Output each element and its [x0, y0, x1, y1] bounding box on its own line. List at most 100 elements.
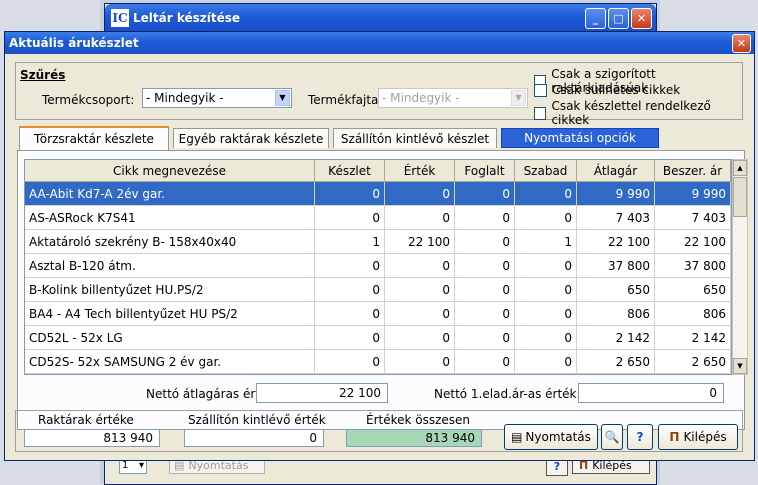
table-cell: B-Kolink billentyűzet HU.PS/2 — [25, 278, 315, 301]
table-cell: 0 — [515, 302, 577, 325]
table-cell: 7 403 — [577, 206, 655, 229]
tab-print-options[interactable]: Nyomtatási opciók — [501, 128, 659, 148]
shipping-value: 0 — [184, 429, 324, 447]
product-type-label: Termékfajta: — [308, 93, 383, 107]
chevron-down-icon: ▾ — [138, 459, 144, 471]
back-close-button[interactable]: ✕ — [631, 8, 652, 29]
column-header[interactable]: Szabad — [515, 160, 577, 181]
total-value: 813 940 — [346, 429, 482, 447]
table-cell: Asztal B-120 átm. — [25, 254, 315, 277]
checkbox-in-stock[interactable]: Csak készlettel rendelkező cikkek — [534, 99, 742, 127]
table-cell: 806 — [577, 302, 655, 325]
table-cell: 0 — [385, 278, 455, 301]
table-cell: 22 100 — [655, 230, 731, 253]
back-window-titlebar: IC Leltár készítése _ □ ✕ — [105, 4, 656, 31]
product-group-value: - Mindegyik - — [146, 91, 224, 105]
checkbox-icon[interactable] — [534, 106, 547, 120]
table-row[interactable]: Aktatároló szekrény B- 158x40x40 1 22 100 0… — [25, 230, 731, 254]
table-row[interactable]: B-Kolink billentyűzet HU.PS/2 0 0 0 0 650 650 — [25, 278, 731, 302]
exit-icon: Π — [669, 430, 680, 444]
dropdown-arrow-icon: ▼ — [511, 90, 526, 106]
exit-button[interactable]: Π Kilépés — [658, 424, 738, 450]
table-cell: 0 — [385, 302, 455, 325]
table-cell: 37 800 — [655, 254, 731, 277]
total-value-label: Értékek összesen — [366, 413, 471, 427]
maximize-button[interactable]: □ — [608, 8, 629, 29]
print-preview-icon: 🔍 — [604, 430, 620, 444]
table-cell: 0 — [515, 350, 577, 373]
net-avg-value: 22 100 — [256, 383, 388, 403]
checkbox-sulinet[interactable]: Csak sulinetes cikkek — [534, 83, 680, 97]
print-label: Nyomtatás — [525, 430, 591, 444]
product-type-select[interactable]: - Mindegyik - ▼ — [378, 88, 528, 108]
table-row[interactable]: CD52L - 52x LG 0 0 0 0 2 142 2 142 — [25, 326, 731, 350]
table-cell: 2 650 — [577, 350, 655, 373]
dialog-title: Aktuális árukészlet — [9, 36, 139, 50]
table-row[interactable]: Asztal B-120 átm. 0 0 0 0 37 800 37 800 — [25, 254, 731, 278]
table-row[interactable]: CD52S- 52x SAMSUNG 2 év gar. 0 0 0 0 2 650 2 6… — [25, 350, 731, 374]
table-cell: 2 650 — [655, 350, 731, 373]
table-cell: CD52S- 52x SAMSUNG 2 év gar. — [25, 350, 315, 373]
preview-button[interactable]: 🔍 — [601, 424, 623, 450]
table-cell: 0 — [515, 374, 577, 375]
totals-row: Nettó átlagáras érték: 22 100 Nettó 1.el… — [24, 383, 742, 405]
table-cell: 0 — [515, 278, 577, 301]
table-cell: 0 — [385, 374, 455, 375]
checkbox-sulinet-label: Csak sulinetes cikkek — [552, 83, 681, 97]
column-header[interactable]: Foglalt — [455, 160, 515, 181]
table-cell: 9 990 — [655, 182, 731, 205]
stock-table: Cikk megnevezése Készlet Érték Foglalt S… — [24, 159, 732, 375]
table-cell: 0 — [315, 302, 385, 325]
table-cell: 806 — [655, 302, 731, 325]
column-header[interactable]: Átlagár — [577, 160, 655, 181]
table-row[interactable]: AS-ASRock K7S41 0 0 0 0 7 403 7 403 — [25, 206, 731, 230]
table-cell: 0 — [315, 182, 385, 205]
table-cell: AS-ASRock K7S41 — [25, 206, 315, 229]
table-row[interactable]: CPUAX - AMD Sempron 2400 dob. III000012 … — [25, 374, 731, 375]
table-cell: 12 030 — [577, 374, 655, 375]
table-cell: 0 — [455, 206, 515, 229]
table-cell: 0 — [385, 182, 455, 205]
product-type-value: - Mindegyik - — [382, 91, 460, 105]
minimize-button[interactable]: _ — [585, 8, 606, 29]
column-header[interactable]: Beszer. ár — [655, 160, 731, 181]
table-cell: 1 — [515, 230, 577, 253]
help-button[interactable]: ? — [627, 424, 653, 450]
table-cell: 12 030 — [655, 374, 731, 375]
column-header[interactable]: Érték — [385, 160, 455, 181]
tab-other-warehouses[interactable]: Egyéb raktárak készlete — [173, 128, 329, 148]
column-header[interactable]: Cikk megnevezése — [25, 160, 315, 181]
dropdown-arrow-icon[interactable]: ▼ — [275, 90, 290, 106]
table-cell: 22 100 — [385, 230, 455, 253]
print-button[interactable]: ▤ Nyomtatás — [504, 424, 598, 450]
checkbox-icon[interactable] — [534, 83, 547, 97]
table-cell: 37 800 — [577, 254, 655, 277]
dialog-titlebar: Aktuális árukészlet ✕ — [5, 32, 754, 54]
table-scrollbar[interactable]: ▲ ▼ — [732, 159, 748, 375]
table-cell: 1 — [315, 230, 385, 253]
dialog-close-button[interactable]: ✕ — [732, 34, 751, 53]
table-cell: 0 — [385, 206, 455, 229]
table-cell: CD52L - 52x LG — [25, 326, 315, 349]
scroll-thumb[interactable] — [733, 177, 747, 217]
table-cell: AA-Abit Kd7-A 2év gar. — [25, 182, 315, 205]
scroll-up-icon[interactable]: ▲ — [733, 160, 747, 176]
table-cell: 0 — [455, 302, 515, 325]
table-cell: Aktatároló szekrény B- 158x40x40 — [25, 230, 315, 253]
table-row[interactable]: BA4 - A4 Tech billentyűzet HU PS/2 0 0 0 0 80… — [25, 302, 731, 326]
table-row[interactable]: AA-Abit Kd7-A 2év gar. 0 0 0 0 9 990 9 990 — [25, 182, 731, 206]
table-cell: 0 — [385, 254, 455, 277]
column-header[interactable]: Készlet — [315, 160, 385, 181]
stepper-value: 1 — [122, 459, 129, 471]
checkbox-in-stock-label: Csak készlettel rendelkező cikkek — [551, 99, 711, 127]
exit-label: Kilépés — [683, 430, 727, 444]
table-cell: 0 — [455, 278, 515, 301]
tab-shipping-stock[interactable]: Szállítón kintlévő készlet — [333, 128, 497, 148]
scroll-down-icon[interactable]: ▼ — [733, 358, 747, 374]
stock-dialog: Aktuális árukészlet ✕ Szűrés Termékcsopo… — [4, 31, 755, 461]
table-cell: CPUAX - AMD Sempron 2400 dob. III — [25, 374, 315, 375]
tab-main-warehouse[interactable]: Törzsraktár készlete — [19, 126, 169, 150]
printer-icon: ▤ — [511, 430, 523, 444]
product-group-select[interactable]: - Mindegyik - ▼ — [142, 88, 292, 108]
app-icon: IC — [111, 8, 129, 27]
